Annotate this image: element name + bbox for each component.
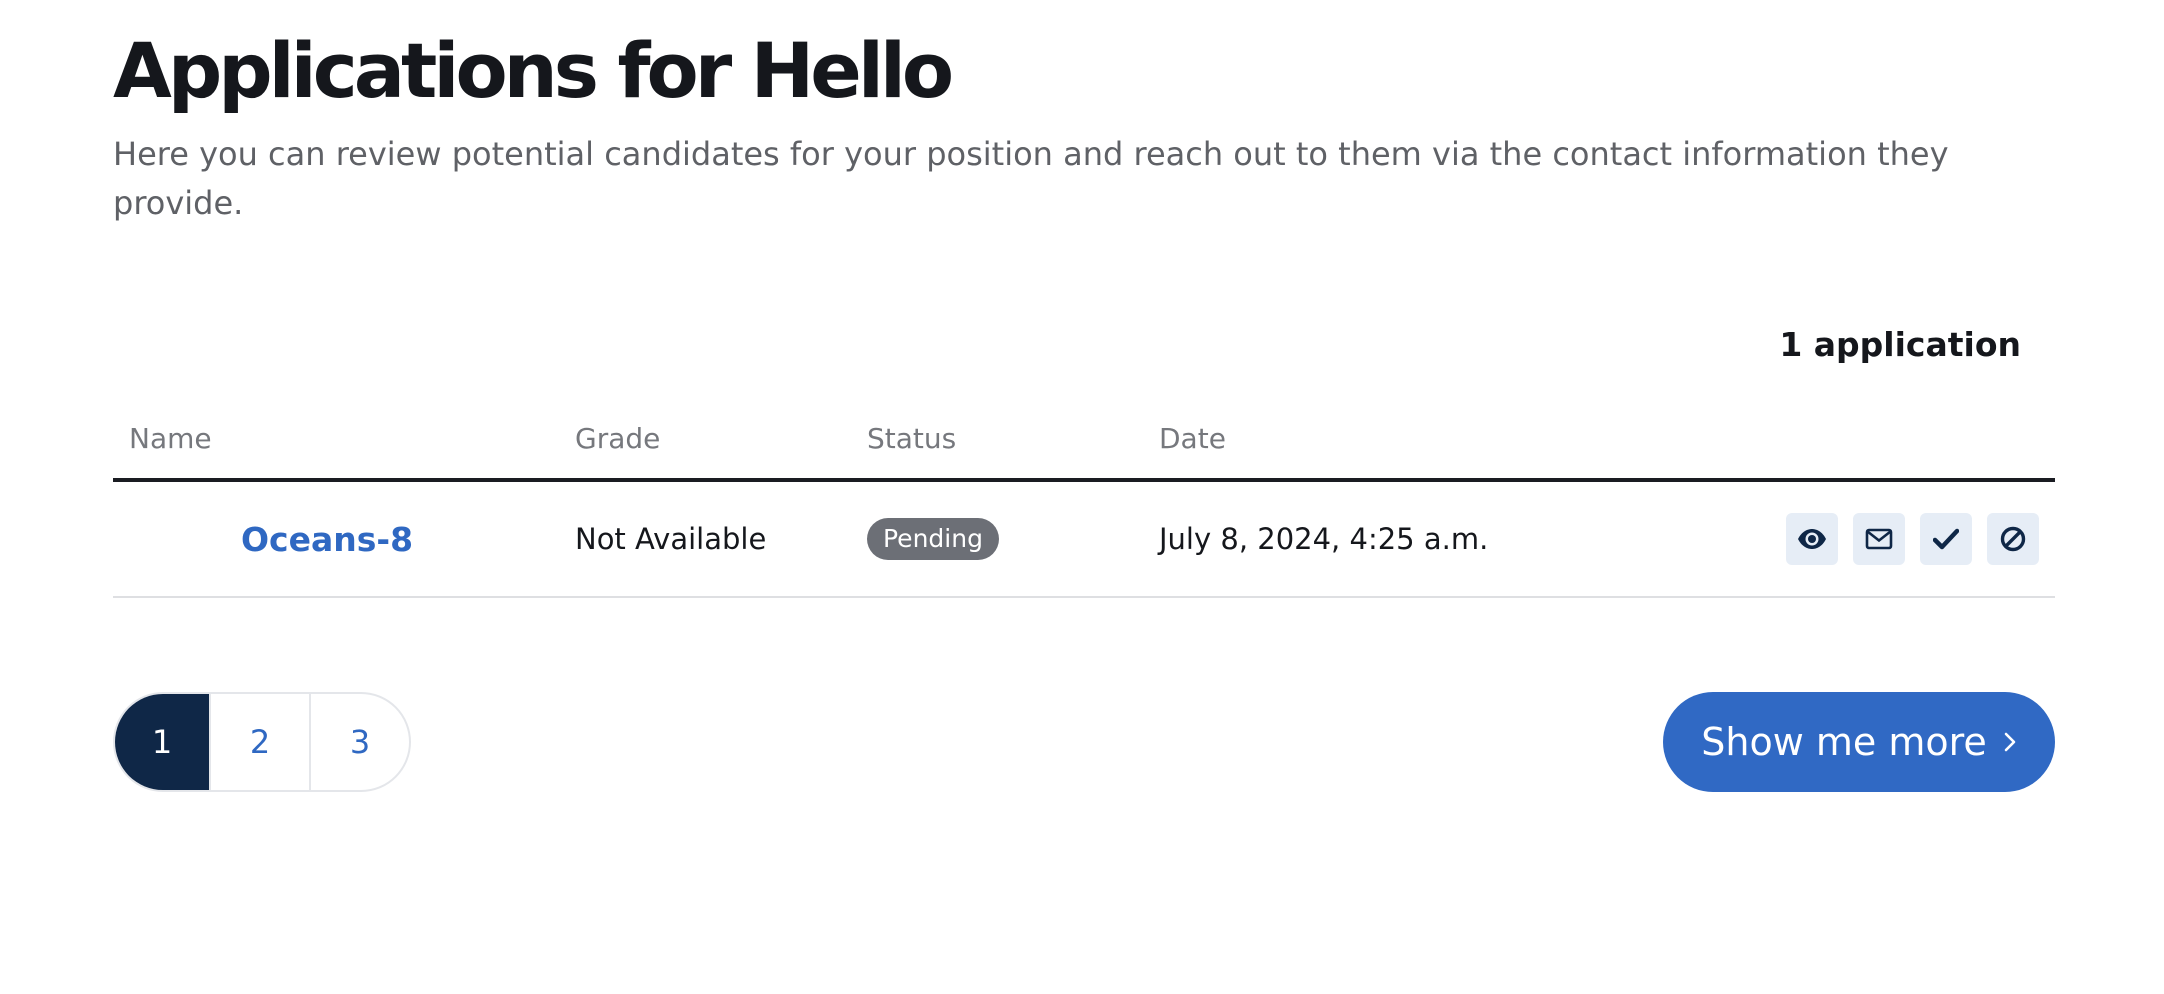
show-more-button[interactable]: Show me more (1663, 692, 2055, 792)
reject-applicant-button[interactable] (1987, 513, 2039, 565)
status-cell: Pending (867, 482, 999, 596)
column-header-date: Date (1159, 422, 1226, 455)
email-applicant-button[interactable] (1853, 513, 1905, 565)
application-count: 1 application (1779, 325, 2021, 364)
page-subtitle: Here you can review potential candidates… (113, 135, 1949, 222)
accept-applicant-button[interactable] (1920, 513, 1972, 565)
page-2-button[interactable]: 2 (209, 694, 309, 790)
page-3-button[interactable]: 3 (309, 694, 409, 790)
page-title: Applications for Hello (113, 26, 954, 115)
envelope-icon (1865, 528, 1893, 550)
view-application-button[interactable] (1786, 513, 1838, 565)
show-more-label: Show me more (1701, 720, 1987, 764)
pagination: 1 2 3 (113, 692, 411, 792)
page-1-button[interactable]: 1 (115, 694, 209, 790)
table-row: Oceans-8 Not Available Pending July 8, 2… (113, 482, 2055, 598)
applicant-name-link[interactable]: Oceans-8 (241, 482, 413, 596)
status-badge: Pending (867, 518, 999, 560)
column-header-grade: Grade (575, 422, 661, 455)
column-header-name: Name (129, 422, 212, 455)
eye-icon (1798, 529, 1826, 549)
row-actions (1786, 482, 2039, 596)
applications-table: Name Grade Status Date Oceans-8 Not Avai… (113, 410, 2055, 598)
chevron-right-icon (2004, 732, 2016, 752)
column-header-status: Status (867, 422, 957, 455)
ban-icon (2000, 526, 2026, 552)
table-header: Name Grade Status Date (113, 410, 2055, 482)
application-date: July 8, 2024, 4:25 a.m. (1159, 522, 1489, 556)
applicant-grade: Not Available (575, 522, 767, 556)
check-icon (1933, 528, 1959, 550)
